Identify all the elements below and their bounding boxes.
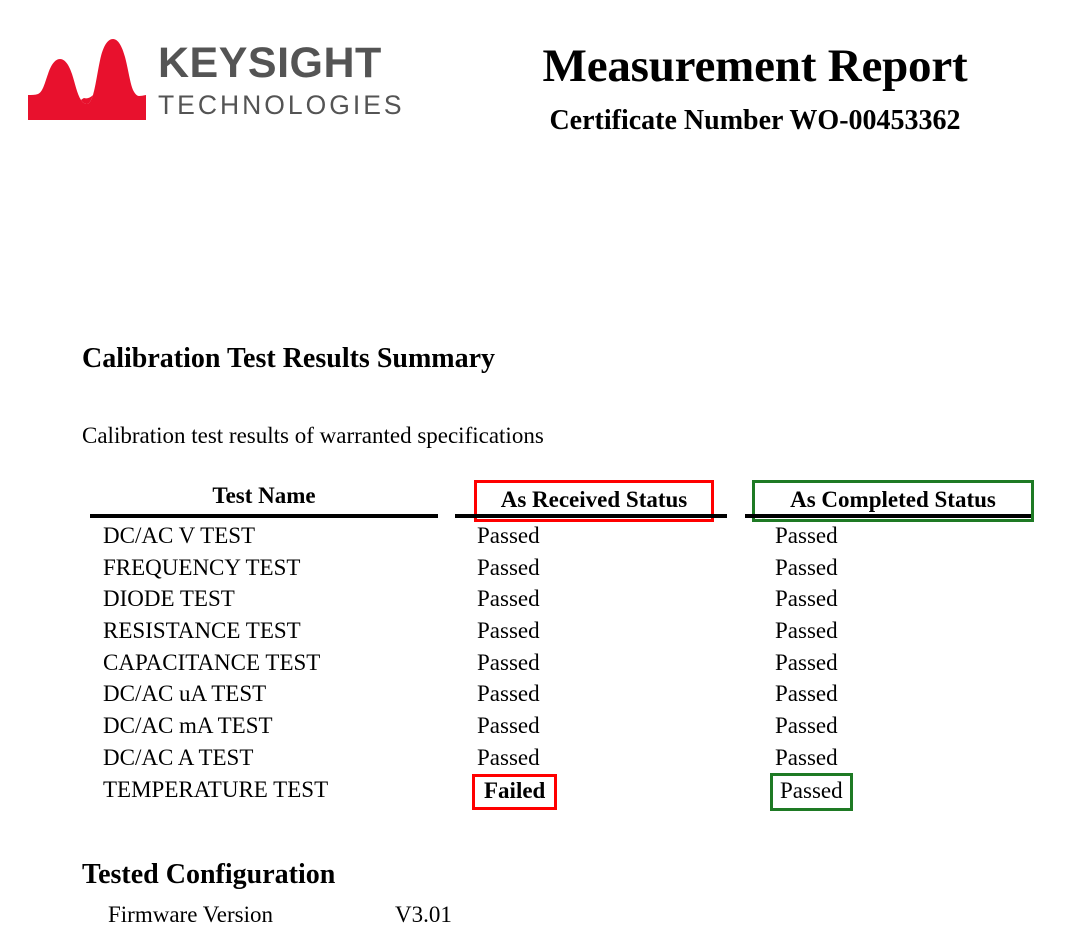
cell-as-received-status: Passed	[477, 713, 540, 739]
table-row: FREQUENCY TEST Passed Passed	[0, 553, 1080, 585]
cell-test-name: DIODE TEST	[103, 586, 235, 612]
status-badge-failed: Failed	[472, 773, 558, 810]
cell-test-name: DC/AC A TEST	[103, 744, 254, 770]
cell-as-completed-status: Passed	[775, 649, 838, 675]
table-row: DC/AC V TEST Passed Passed	[0, 521, 1080, 553]
cell-as-received-status: Passed	[477, 586, 540, 612]
config-row: Firmware Version V3.01	[0, 900, 1080, 932]
cell-as-completed-status: Passed	[775, 586, 838, 612]
tested-configuration-list: Firmware Version V3.01	[0, 900, 1080, 932]
table-row: RESISTANCE TEST Passed Passed	[0, 616, 1080, 648]
table-header-row: Test Name As Received Status As Complete…	[0, 470, 1080, 522]
cell-as-completed-status: Passed	[775, 618, 838, 644]
cell-as-received-status: Passed	[477, 744, 540, 770]
table-body: DC/AC V TEST Passed Passed FREQUENCY TES…	[0, 521, 1080, 811]
cell-as-completed-status: Passed	[775, 523, 838, 548]
page-title: Measurement Report	[542, 40, 968, 92]
header-rule-as-received	[455, 514, 727, 518]
header-rule-as-completed	[745, 514, 1031, 518]
tested-configuration-heading: Tested Configuration	[82, 859, 336, 890]
table-row: CAPACITANCE TEST Passed Passed	[0, 648, 1080, 680]
cell-as-completed-status: Passed	[775, 681, 838, 707]
summary-section-heading: Calibration Test Results Summary	[82, 343, 496, 374]
cell-test-name: CAPACITANCE TEST	[103, 649, 321, 675]
column-header-test-name: Test Name	[212, 483, 316, 508]
cell-as-received-status: Passed	[477, 649, 540, 675]
cell-test-name: RESISTANCE TEST	[103, 618, 301, 644]
cell-as-completed-status: Passed	[775, 554, 838, 580]
cell-test-name: DC/AC uA TEST	[103, 681, 267, 707]
keysight-wordmark: KEYSIGHT TECHNOLOGIES	[158, 40, 405, 119]
table-row: TEMPERATURE TEST Failed Passed	[0, 772, 1080, 811]
header-rule-test-name	[90, 514, 438, 518]
table-row: DC/AC A TEST Passed Passed	[0, 743, 1080, 775]
cell-as-received-status: Passed	[477, 554, 540, 580]
brand-subtitle: TECHNOLOGIES	[158, 89, 405, 120]
cell-as-received-status: Passed	[477, 681, 540, 707]
certificate-number: Certificate Number WO-00453362	[549, 105, 961, 136]
table-row: DIODE TEST Passed Passed	[0, 584, 1080, 616]
config-value-firmware-version: V3.01	[395, 902, 452, 927]
cell-test-name: TEMPERATURE TEST	[103, 776, 329, 802]
brand-name: KEYSIGHT	[158, 38, 382, 87]
cell-test-name: DC/AC mA TEST	[103, 713, 273, 739]
status-badge-passed: Passed	[770, 772, 853, 811]
report-header: KEYSIGHT TECHNOLOGIES Measurement Report…	[0, 0, 1080, 160]
table-row: DC/AC uA TEST Passed Passed	[0, 679, 1080, 711]
keysight-wave-logo-icon	[28, 39, 146, 120]
cell-test-name: DC/AC V TEST	[103, 523, 256, 548]
config-label-firmware-version: Firmware Version	[108, 902, 274, 927]
cell-as-completed-status: Passed	[775, 744, 838, 770]
keysight-logo: KEYSIGHT TECHNOLOGIES	[28, 38, 405, 120]
calibration-results-table: Test Name As Received Status As Complete…	[0, 470, 1080, 811]
table-row: DC/AC mA TEST Passed Passed	[0, 711, 1080, 743]
cell-as-received-status: Passed	[477, 618, 540, 644]
cell-as-received-status: Passed	[477, 523, 540, 548]
summary-description: Calibration test results of warranted sp…	[82, 423, 544, 448]
cell-as-completed-status: Passed	[775, 713, 838, 739]
cell-test-name: FREQUENCY TEST	[103, 554, 301, 580]
